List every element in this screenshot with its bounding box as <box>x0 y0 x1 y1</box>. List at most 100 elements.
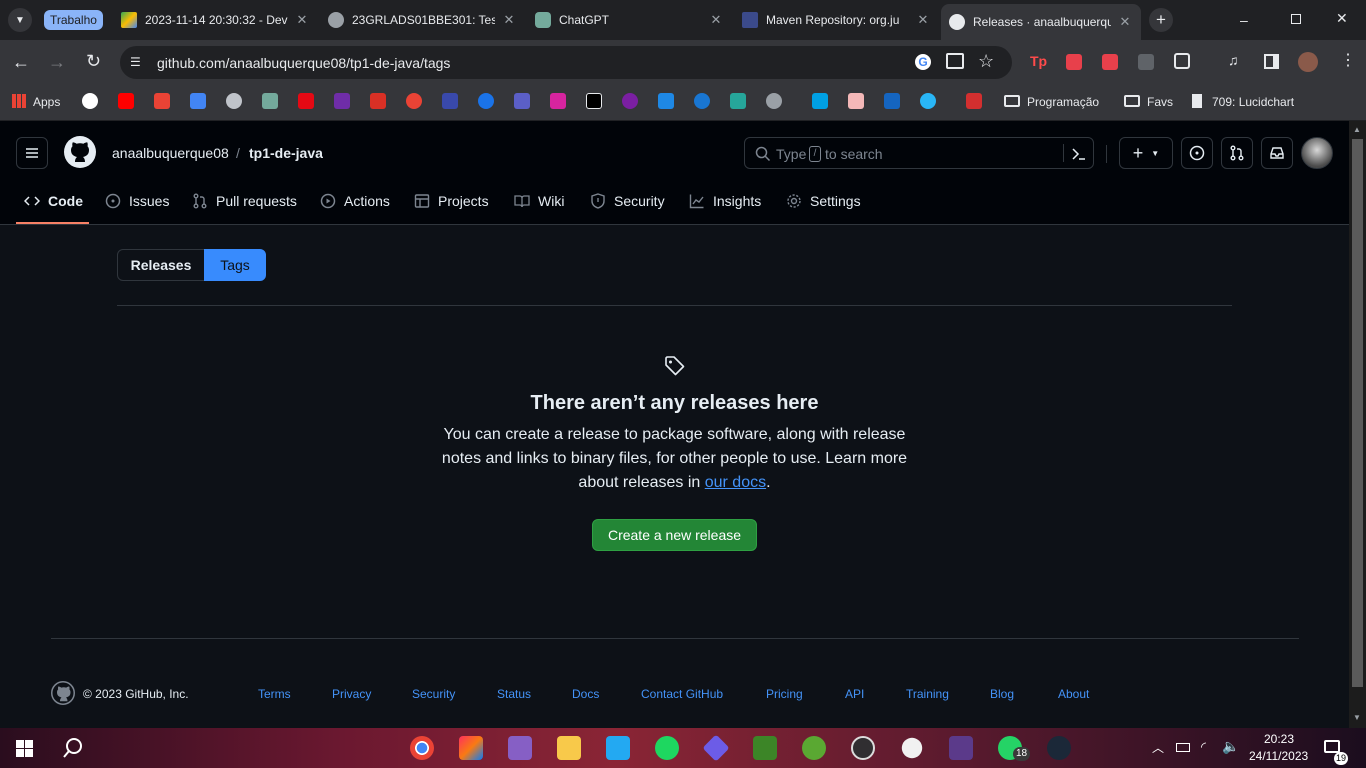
spotify-icon[interactable] <box>655 736 679 760</box>
google-icon[interactable] <box>82 93 98 109</box>
tab-code[interactable]: Code <box>24 191 83 211</box>
forward-button[interactable]: → <box>48 52 66 73</box>
obs-icon[interactable] <box>851 736 875 760</box>
tab-group-label[interactable]: Trabalho <box>44 10 103 30</box>
bookmark-l-icon[interactable] <box>812 93 828 109</box>
footer-link-contact[interactable]: Contact GitHub <box>641 687 723 701</box>
footer-link-about[interactable]: About <box>1058 687 1089 701</box>
inbox-button[interactable] <box>1261 137 1293 169</box>
tab-chatgpt[interactable]: ChatGPT ✕ <box>527 6 732 34</box>
docs-link[interactable]: our docs <box>705 474 766 491</box>
notification-icon[interactable] <box>1324 740 1340 753</box>
extension-grey-icon[interactable] <box>1138 54 1154 70</box>
chatgpt-icon[interactable] <box>262 93 278 109</box>
file-explorer-icon[interactable] <box>557 736 581 760</box>
translate-icon[interactable] <box>190 93 206 109</box>
x-icon[interactable] <box>586 93 602 109</box>
netflix-icon[interactable] <box>298 93 314 109</box>
new-tab-button[interactable]: + <box>1149 8 1173 32</box>
teams-icon[interactable] <box>514 93 530 109</box>
bookmark-face-icon[interactable] <box>848 93 864 109</box>
footer-link-pricing[interactable]: Pricing <box>766 687 803 701</box>
tab-github-releases[interactable]: Releases · anaalbuquerque ✕ <box>941 4 1141 40</box>
volume-icon[interactable]: 🔈 <box>1222 738 1239 755</box>
close-icon[interactable]: ✕ <box>294 12 310 28</box>
side-panel-icon[interactable] <box>1264 54 1279 69</box>
create-new-button[interactable]: + ▼ <box>1119 137 1173 169</box>
play-icon[interactable] <box>478 93 494 109</box>
user-avatar[interactable] <box>1301 137 1333 169</box>
apps-grid-icon[interactable] <box>12 94 26 108</box>
profile-avatar[interactable] <box>1298 52 1318 72</box>
releases-toggle-button[interactable]: Releases <box>117 249 205 281</box>
bookmark-blue-icon[interactable] <box>442 93 458 109</box>
pull-requests-button[interactable] <box>1221 137 1253 169</box>
github-logo-icon[interactable] <box>64 136 96 168</box>
tab-pull-requests[interactable]: Pull requests <box>192 191 297 211</box>
intellij-icon[interactable] <box>459 736 483 760</box>
gear-icon[interactable] <box>901 737 923 759</box>
site-info-icon[interactable]: ☰ <box>130 55 141 69</box>
tab-actions[interactable]: Actions <box>320 191 390 211</box>
footer-link-docs[interactable]: Docs <box>572 687 599 701</box>
footer-link-status[interactable]: Status <box>497 687 531 701</box>
close-icon[interactable]: ✕ <box>501 12 517 28</box>
windows-start-icon[interactable] <box>16 740 33 757</box>
extension-red-icon[interactable] <box>1066 54 1082 70</box>
install-app-icon[interactable] <box>946 53 964 69</box>
url-text[interactable]: github.com/anaalbuquerque08/tp1-de-java/… <box>157 55 450 71</box>
address-bar[interactable]: ☰ github.com/anaalbuquerque08/tp1-de-jav… <box>120 46 1012 79</box>
instagram-icon[interactable] <box>550 93 566 109</box>
search-input[interactable]: Type / to search <box>744 137 1094 169</box>
bookmark-net-icon[interactable] <box>884 93 900 109</box>
extension-heart-icon[interactable] <box>1102 54 1118 70</box>
app-diamond-icon[interactable] <box>702 734 730 762</box>
bookmark-c-icon[interactable] <box>920 93 936 109</box>
repo-name-link[interactable]: tp1-de-java <box>249 145 323 161</box>
tab-teams[interactable]: 23GRLADS01BBE301: Teste ✕ <box>320 6 525 34</box>
extensions-puzzle-icon[interactable] <box>1174 53 1190 69</box>
bookmark-red-icon[interactable] <box>370 93 386 109</box>
minimize-button[interactable]: – <box>1240 12 1254 28</box>
scrollbar-thumb[interactable] <box>1352 139 1363 687</box>
bookmark-cat-icon[interactable] <box>658 93 674 109</box>
footer-link-api[interactable]: API <box>845 687 864 701</box>
bookmark-folder-programacao[interactable]: Programação <box>1027 95 1099 109</box>
bookmark-folder-favs[interactable]: Favs <box>1147 95 1173 109</box>
tab-maven[interactable]: Maven Repository: org.ju ✕ <box>734 6 939 34</box>
app-leaf-icon[interactable] <box>802 736 826 760</box>
chrome-menu-icon[interactable]: ⋮ <box>1340 50 1356 70</box>
footer-link-privacy[interactable]: Privacy <box>332 687 371 701</box>
vertical-scrollbar[interactable]: ▲ ▼ <box>1349 121 1366 728</box>
visual-studio-icon[interactable] <box>508 736 532 760</box>
bookmark-ev-icon[interactable] <box>730 93 746 109</box>
restore-button[interactable] <box>1291 14 1301 24</box>
tab-security[interactable]: Security <box>590 191 665 211</box>
terminal-icon[interactable] <box>949 736 973 760</box>
create-release-button[interactable]: Create a new release <box>592 519 757 551</box>
steam-icon[interactable] <box>1047 736 1071 760</box>
youtube-icon[interactable] <box>118 93 134 109</box>
bookmark-cloud-icon[interactable] <box>694 93 710 109</box>
scroll-up-arrow-icon[interactable]: ▲ <box>1353 125 1361 134</box>
close-icon[interactable]: ✕ <box>708 12 724 28</box>
chevron-up-icon[interactable]: ︿ <box>1152 739 1164 756</box>
scroll-down-arrow-icon[interactable]: ▼ <box>1353 713 1361 722</box>
bookmark-lucidchart[interactable]: 709: Lucidchart <box>1212 95 1294 109</box>
footer-link-training[interactable]: Training <box>906 687 949 701</box>
github-logo-icon[interactable] <box>51 681 75 705</box>
bookmark-star-icon[interactable]: ☆ <box>978 51 994 72</box>
chrome-icon[interactable] <box>410 736 434 760</box>
close-icon[interactable]: ✕ <box>915 12 931 28</box>
tab-projects[interactable]: Projects <box>414 191 489 211</box>
gmail-icon[interactable] <box>154 93 170 109</box>
footer-link-security[interactable]: Security <box>412 687 455 701</box>
wifi-icon[interactable]: ◜ <box>1201 739 1206 755</box>
clock-date[interactable]: 24/11/2023 <box>1249 749 1308 763</box>
bookmark-apps[interactable]: Apps <box>33 95 60 109</box>
footer-link-terms[interactable]: Terms <box>258 687 291 701</box>
close-icon[interactable]: ✕ <box>1117 14 1133 30</box>
bookmark-purple-icon[interactable] <box>622 93 638 109</box>
minecraft-icon[interactable] <box>753 736 777 760</box>
bookmark-os-icon[interactable] <box>966 93 982 109</box>
